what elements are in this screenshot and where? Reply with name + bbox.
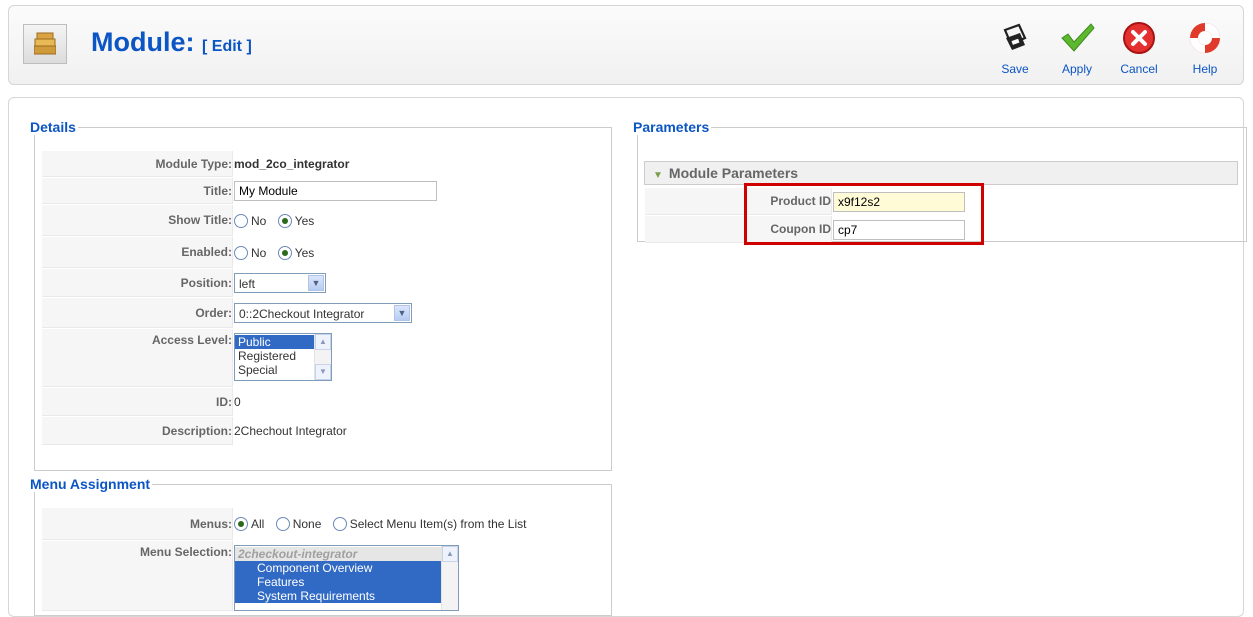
main-panel: Details Module Type: mod_2co_integrator … (8, 97, 1247, 617)
module-type-value: mod_2co_integrator (234, 157, 350, 171)
menus-all-radio[interactable] (234, 517, 248, 532)
menu-assignment-table: Menus: All None Select Menu Item(s) from… (41, 507, 607, 612)
menu-assignment-fieldset: Menu Assignment Menus: All None Select M… (30, 476, 612, 616)
access-level-listbox[interactable]: Public Registered Special ▲ ▼ (234, 333, 332, 381)
access-level-option[interactable]: Special (235, 363, 314, 377)
menus-select-radio[interactable] (332, 517, 347, 532)
show-title-label: Show Title: (42, 205, 233, 236)
highlight-box (744, 183, 984, 245)
page-title: Module: [ Edit ] (91, 27, 252, 58)
save-icon (1003, 23, 1027, 50)
enabled-no-radio[interactable] (234, 245, 248, 260)
details-fieldset: Details Module Type: mod_2co_integrator … (30, 119, 612, 471)
menu-group-label: 2checkout-integrator (235, 547, 441, 561)
menus-radios: All None Select Menu Item(s) from the Li… (234, 508, 606, 540)
menus-all-label: All (251, 517, 265, 532)
enabled-yes-radio[interactable] (277, 245, 292, 260)
checkmark-icon (1061, 23, 1095, 52)
menu-assignment-legend: Menu Assignment (30, 476, 151, 492)
lifebuoy-icon (1190, 23, 1220, 53)
show-title-radios: No Yes (234, 205, 606, 236)
chevron-down-icon: ▼ (394, 305, 410, 321)
cancel-icon (1123, 22, 1155, 54)
menus-label: Menus: (42, 508, 233, 540)
scrollbar[interactable]: ▲ ▼ (314, 334, 331, 380)
title-input[interactable] (234, 181, 437, 201)
show-title-yes-label: Yes (294, 213, 315, 228)
menu-selection-option[interactable]: System Requirements (235, 589, 441, 603)
save-label: Save (1001, 62, 1029, 76)
menu-selection-option[interactable]: Component Overview (235, 561, 441, 575)
parameters-legend: Parameters (633, 119, 710, 135)
details-table: Module Type: mod_2co_integrator Title: S… (41, 150, 607, 446)
position-select[interactable]: left ▼ (234, 273, 326, 293)
menus-select-label: Select Menu Item(s) from the List (349, 517, 527, 532)
id-value: 0 (234, 395, 241, 409)
menus-none-radio[interactable] (275, 517, 290, 532)
page-subtitle: [ Edit ] (202, 38, 252, 55)
enabled-no-label: No (251, 245, 267, 260)
module-parameters-title: Module Parameters (668, 165, 799, 181)
scroll-up-icon[interactable]: ▲ (315, 334, 331, 350)
order-value: 0::2Checkout Integrator (239, 307, 365, 321)
toolbar-header: Module: [ Edit ] Save Apply Cancel Help (8, 5, 1244, 85)
title-label: Title: (42, 178, 233, 204)
enabled-label: Enabled: (42, 237, 233, 268)
module-parameters-toggle[interactable]: ▼ Module Parameters (644, 161, 1238, 185)
order-select[interactable]: 0::2Checkout Integrator ▼ (234, 303, 412, 323)
module-type-label: Module Type: (42, 151, 233, 177)
position-label: Position: (42, 269, 233, 297)
cancel-label: Cancel (1120, 62, 1158, 76)
cancel-button[interactable]: Cancel (1113, 20, 1165, 80)
menu-selection-option[interactable]: Features (235, 575, 441, 589)
description-value: 2Chechout Integrator (234, 424, 347, 438)
access-level-option[interactable]: Registered (235, 349, 314, 363)
access-level-option[interactable]: Public (235, 335, 314, 349)
save-button[interactable]: Save (989, 20, 1041, 80)
position-value: left (239, 277, 256, 291)
menu-selection-listbox[interactable]: 2checkout-integrator Component Overview … (234, 545, 459, 611)
apply-label: Apply (1061, 62, 1093, 76)
help-label: Help (1192, 62, 1218, 76)
scroll-down-icon[interactable]: ▼ (315, 364, 331, 380)
help-button[interactable]: Help (1179, 20, 1231, 80)
menu-selection-label: Menu Selection: (42, 541, 233, 611)
enabled-radios: No Yes (234, 237, 606, 268)
triangle-down-icon: ▼ (653, 170, 663, 181)
access-level-label: Access Level: (42, 329, 233, 387)
id-label: ID: (42, 388, 233, 416)
module-icon (23, 24, 67, 64)
chevron-down-icon: ▼ (308, 275, 324, 291)
show-title-no-label: No (251, 213, 267, 228)
scrollbar[interactable]: ▲ (441, 546, 458, 610)
description-label: Description: (42, 417, 233, 445)
enabled-yes-label: Yes (294, 245, 315, 260)
menus-none-label: None (292, 517, 322, 532)
page-title-text: Module: (91, 27, 195, 57)
apply-button[interactable]: Apply (1051, 20, 1103, 80)
parameters-fieldset: Parameters ▼ Module Parameters Product ID… (633, 119, 1247, 245)
show-title-no-radio[interactable] (234, 213, 248, 228)
details-legend: Details (30, 119, 76, 135)
show-title-yes-radio[interactable] (277, 213, 292, 228)
order-label: Order: (42, 298, 233, 328)
scroll-up-icon[interactable]: ▲ (442, 546, 458, 562)
